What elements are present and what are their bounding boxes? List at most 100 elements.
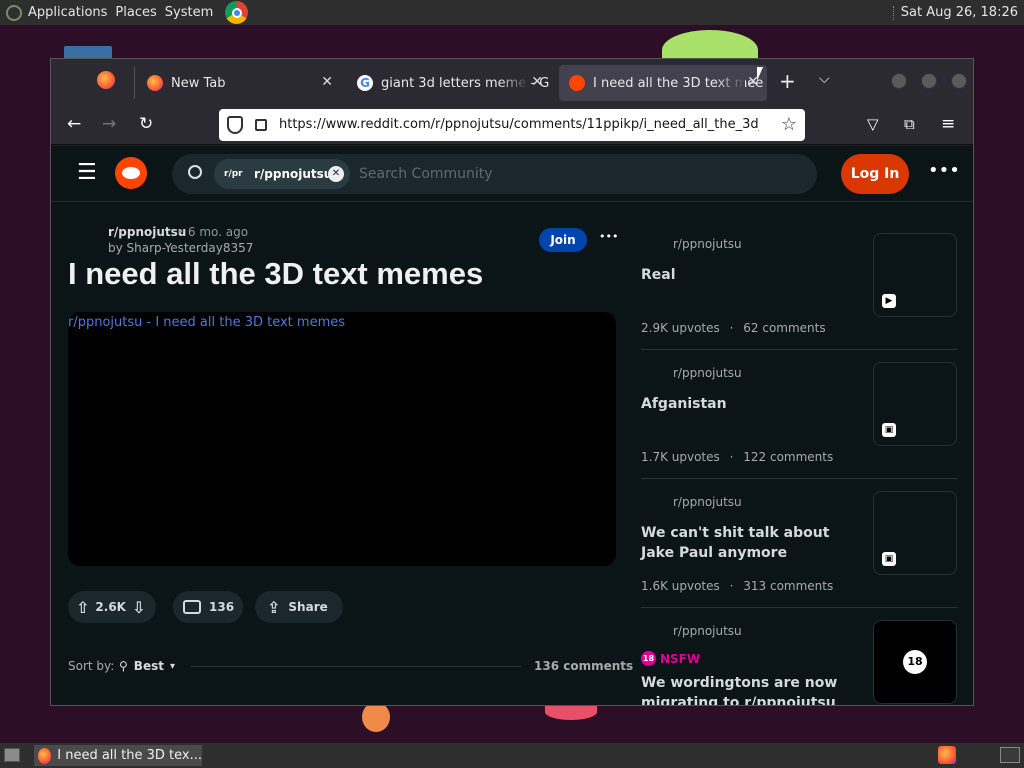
- places-menu[interactable]: Places: [113, 0, 162, 25]
- sort-divider: [191, 666, 521, 667]
- taskbar-item-firefox[interactable]: I need all the 3D tex...: [34, 745, 202, 766]
- stats-separator: ·: [729, 321, 734, 335]
- related-divider: [641, 607, 957, 608]
- tab-fade: [499, 65, 529, 101]
- tab-reddit-post[interactable]: I need all the 3D text mee ✕: [559, 65, 767, 101]
- related-subreddit[interactable]: r/ppnojutsu: [673, 366, 742, 380]
- remove-chip-icon[interactable]: ✕: [328, 166, 344, 182]
- related-divider: [641, 349, 957, 350]
- related-subreddit[interactable]: r/ppnojutsu: [673, 495, 742, 509]
- comments-button[interactable]: 136: [173, 591, 243, 623]
- downvote-arrow-icon[interactable]: ⇩: [132, 598, 145, 617]
- list-tabs-chevron-icon[interactable]: ⌵: [819, 71, 830, 87]
- reddit-page: ☰ r/pr r/ppnojutsu ✕ Search Community Lo…: [51, 146, 973, 705]
- upvote-count: 2.6K: [95, 600, 126, 614]
- search-community-bar[interactable]: r/pr r/ppnojutsu ✕ Search Community: [172, 154, 817, 194]
- related-thumbnail[interactable]: ▣: [873, 362, 957, 446]
- system-menu[interactable]: System: [163, 0, 219, 25]
- related-thumbnail[interactable]: ▣: [873, 491, 957, 575]
- bookmark-star-icon[interactable]: ☆: [781, 114, 797, 135]
- sort-dropdown[interactable]: ⚲ Best ▾: [119, 656, 175, 676]
- extensions-icon[interactable]: ⧉: [904, 114, 915, 134]
- related-post-title[interactable]: We can't shit talk about Jake Paul anymo…: [641, 523, 851, 563]
- tab-bar: New Tab ✕ G giant 3d letters meme - G ✕ …: [51, 59, 973, 105]
- chrome-launcher-icon[interactable]: [225, 1, 248, 24]
- hamburger-menu-icon[interactable]: ☰: [77, 162, 97, 184]
- taskbar: I need all the 3D tex...: [0, 743, 1024, 768]
- url-bar[interactable]: https://www.reddit.com/r/ppnojutsu/comme…: [219, 109, 805, 141]
- desktop-decoration: [362, 702, 390, 732]
- firefox-icon: [97, 71, 115, 89]
- related-post-title[interactable]: We wordingtons are now migrating to r/pp…: [641, 673, 851, 705]
- comment-count: 136: [209, 600, 235, 614]
- firefox-favicon-icon: [147, 75, 163, 91]
- pocket-icon[interactable]: ▽: [867, 114, 879, 134]
- embed-link[interactable]: r/ppnojutsu - I need all the 3D text mem…: [68, 315, 345, 330]
- forward-arrow-icon[interactable]: →: [102, 114, 116, 134]
- taskbar-item-label: I need all the 3D tex...: [57, 748, 202, 763]
- back-arrow-icon[interactable]: ←: [67, 114, 81, 134]
- share-button[interactable]: ⇪ Share: [255, 591, 343, 623]
- subreddit-chip-label: r/ppnojutsu: [254, 167, 333, 181]
- panel-separator: [892, 5, 895, 20]
- related-post-title[interactable]: Real: [641, 265, 676, 285]
- related-comments: 313 comments: [743, 579, 834, 593]
- share-label: Share: [288, 600, 328, 614]
- close-tab-icon[interactable]: ✕: [531, 74, 543, 90]
- post-subreddit[interactable]: r/ppnojutsu: [108, 225, 186, 239]
- close-window-button[interactable]: [951, 73, 967, 89]
- related-upvotes: 2.9K upvotes: [641, 321, 720, 335]
- maximize-button[interactable]: [921, 73, 937, 89]
- related-post-stats: 1.7K upvotes · 122 comments: [641, 450, 833, 464]
- tab-new-tab[interactable]: New Tab ✕: [137, 65, 341, 101]
- total-comments: 136 comments: [534, 659, 634, 673]
- upvote-arrow-icon[interactable]: ⇧: [76, 598, 89, 617]
- play-icon: ▶: [882, 294, 896, 308]
- desktop-decoration: [545, 704, 597, 720]
- lock-icon[interactable]: [255, 119, 267, 131]
- subreddit-filter-chip[interactable]: r/pr r/ppnojutsu ✕: [214, 159, 350, 189]
- hamburger-menu-icon[interactable]: ≡: [941, 114, 955, 134]
- show-desktop-icon[interactable]: [4, 748, 20, 762]
- search-placeholder: Search Community: [359, 166, 493, 182]
- stats-separator: ·: [729, 450, 734, 464]
- nsfw-badge: 18: [903, 650, 927, 674]
- related-post-stats: 1.6K upvotes · 313 comments: [641, 579, 833, 593]
- system-menu-label: System: [164, 5, 214, 20]
- related-thumbnail[interactable]: ▶: [873, 233, 957, 317]
- post-options-icon[interactable]: •••: [599, 230, 618, 243]
- mouse-cursor-icon: [757, 67, 763, 81]
- related-thumbnail[interactable]: 18: [873, 620, 957, 704]
- shield-icon[interactable]: [227, 116, 243, 134]
- related-comments: 122 comments: [743, 450, 834, 464]
- reddit-logo-icon[interactable]: [115, 157, 147, 189]
- related-post-title[interactable]: Afganistan: [641, 394, 727, 414]
- reddit-header: ☰ r/pr r/ppnojutsu ✕ Search Community Lo…: [51, 146, 973, 202]
- more-options-icon[interactable]: •••: [928, 160, 960, 181]
- search-icon: [188, 165, 202, 179]
- distro-logo-icon: [6, 4, 22, 21]
- new-tab-plus-icon[interactable]: +: [779, 71, 796, 91]
- login-button[interactable]: Log In: [841, 154, 909, 194]
- firefox-tray-icon[interactable]: [938, 746, 956, 764]
- nsfw-tag: 18 NSFW: [641, 651, 700, 666]
- subreddit-chip-prefix: r/pr: [224, 169, 243, 179]
- reload-icon[interactable]: ↻: [139, 114, 153, 134]
- clock[interactable]: Sat Aug 26, 18:26: [892, 0, 1018, 25]
- image-icon: ▣: [882, 423, 896, 437]
- post-author[interactable]: by Sharp-Yesterday8357: [108, 241, 253, 255]
- workspace-switcher[interactable]: [1000, 747, 1020, 763]
- url-text[interactable]: https://www.reddit.com/r/ppnojutsu/comme…: [279, 117, 759, 132]
- firefox-view-button[interactable]: [97, 71, 117, 91]
- media-embed[interactable]: r/ppnojutsu - I need all the 3D text mem…: [68, 312, 616, 566]
- rocket-icon: ⚲: [119, 659, 128, 673]
- join-button[interactable]: Join: [539, 228, 587, 252]
- close-tab-icon[interactable]: ✕: [321, 74, 333, 90]
- minimize-button[interactable]: [891, 73, 907, 89]
- stats-separator: ·: [729, 579, 734, 593]
- related-subreddit[interactable]: r/ppnojutsu: [673, 237, 742, 251]
- tab-google-search[interactable]: G giant 3d letters meme - G ✕: [347, 65, 551, 101]
- navigation-toolbar: ← → ↻ https://www.reddit.com/r/ppnojutsu…: [51, 105, 973, 145]
- applications-menu[interactable]: Applications: [0, 0, 113, 25]
- related-subreddit[interactable]: r/ppnojutsu: [673, 624, 742, 638]
